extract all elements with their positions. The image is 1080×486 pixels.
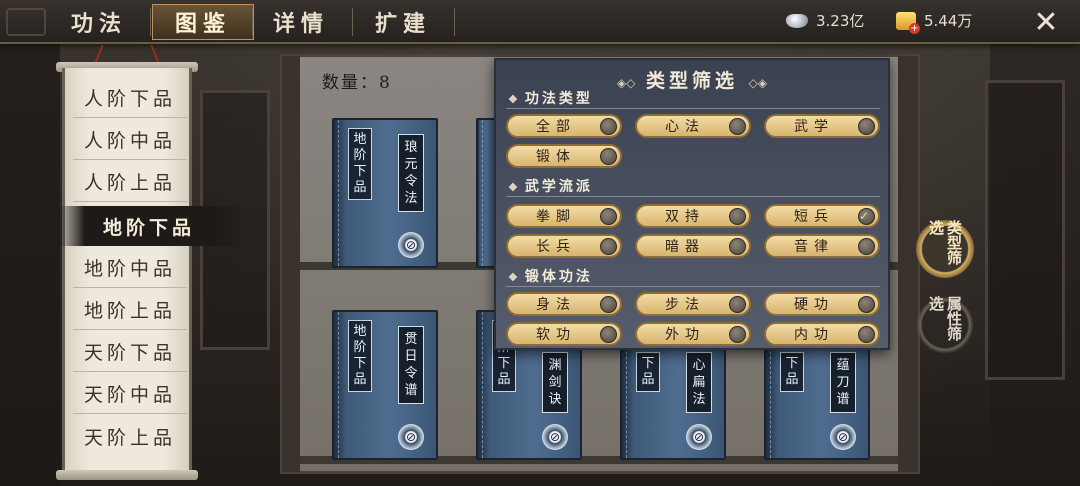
radio-icon: [600, 148, 617, 165]
bg-shelf-right: [985, 80, 1065, 380]
book-rank-label: 地阶下品: [348, 320, 372, 392]
book-count: 数量：8: [322, 73, 392, 93]
filter-chip-waigong[interactable]: 外功: [635, 322, 751, 346]
silver-ingot-icon: [786, 13, 808, 28]
rank-item-ren-mid[interactable]: 人阶中品: [73, 120, 187, 160]
rank-item-di-low[interactable]: 地阶下品: [57, 206, 241, 246]
shelf-frame-left: [282, 56, 300, 472]
tab-tujian[interactable]: 图鉴: [152, 4, 254, 40]
section-title-wuxue-school: ❖ 武学流派: [508, 179, 593, 195]
popup-title-text: 类型筛选: [645, 70, 738, 92]
gold-amount: 5.44万: [924, 12, 973, 30]
book-title: 渊剑诀: [542, 352, 568, 413]
filter-chip-shuangchi[interactable]: 双持: [635, 204, 751, 228]
radio-icon: [600, 296, 617, 313]
book-card[interactable]: 地阶下品 琅元令法 ⊘: [332, 118, 438, 268]
tab-xiangqing[interactable]: 详情: [250, 4, 352, 40]
book-card[interactable]: 地阶下品 贯日令谱 ⊘: [332, 310, 438, 460]
filter-chip-duanbing[interactable]: 短兵 ✓: [764, 204, 880, 228]
attribute-filter-button[interactable]: 属性筛选: [916, 296, 974, 354]
filter-chip-neigong[interactable]: 内功: [764, 322, 880, 346]
radio-icon: [729, 326, 746, 343]
gold-ingot-add-icon[interactable]: [896, 11, 920, 34]
radio-icon: [858, 118, 875, 135]
close-button[interactable]: ✕: [1026, 4, 1066, 40]
filter-chip-ruangong[interactable]: 软功: [506, 322, 622, 346]
radio-icon: [600, 118, 617, 135]
filter-chip-yinlv[interactable]: 音律: [764, 234, 880, 258]
checkmark-icon: ✓: [858, 208, 876, 225]
rank-item-di-mid[interactable]: 地阶中品: [73, 248, 187, 288]
corner-ornament: [6, 8, 46, 36]
book-type-icon: ⊘: [542, 424, 568, 450]
radio-icon: [600, 208, 617, 225]
book-title: 琅元令法: [398, 134, 424, 212]
gold-currency[interactable]: 5.44万: [896, 10, 973, 34]
radio-icon: [729, 118, 746, 135]
book-type-icon: ⊘: [830, 424, 856, 450]
diamond-ornament-icon: ◈◇: [616, 76, 636, 90]
scroll-bottom-rod: [56, 470, 198, 480]
filter-chip-anqi[interactable]: 暗器: [635, 234, 751, 258]
type-filter-popup: ◈◇ 类型筛选 ◇◈ ❖ 功法类型 全部 心法 武学 锻体 ❖ 武学流派 拳脚 双持…: [494, 58, 890, 350]
book-rank-label: 下品: [636, 352, 660, 392]
filter-chip-changbing[interactable]: 长兵: [506, 234, 622, 258]
book-title: 蕴刀谱: [830, 352, 856, 413]
radio-icon: [729, 238, 746, 255]
section-divider: [506, 108, 880, 109]
left-pillar: [0, 40, 60, 486]
filter-chip-all[interactable]: 全部: [506, 114, 622, 138]
section-title-gongfa-type: ❖ 功法类型: [508, 91, 593, 107]
radio-icon: [858, 296, 875, 313]
rank-item-tian-high[interactable]: 天阶上品: [73, 416, 187, 456]
section-marker-icon: ❖: [508, 93, 521, 106]
diamond-ornament-icon: ◇◈: [748, 76, 768, 90]
tab-divider: [454, 8, 455, 36]
book-title: 心扁法: [686, 352, 712, 413]
tab-divider: [150, 8, 151, 36]
section-divider: [506, 286, 880, 287]
filter-chip-xinfa[interactable]: 心法: [635, 114, 751, 138]
close-icon: ✕: [1033, 4, 1059, 40]
book-card-partial[interactable]: [476, 118, 496, 268]
rank-item-di-high[interactable]: 地阶上品: [73, 290, 187, 330]
rank-item-ren-low[interactable]: 人阶下品: [73, 78, 187, 118]
radio-icon: [858, 238, 875, 255]
rank-scroll: 人阶下品 人阶中品 人阶上品 地阶下品 地阶中品 地阶上品 天阶下品 天阶中品 …: [57, 68, 241, 473]
top-bar: 功法 图鉴 详情 扩建 3.23亿 5.44万 ✕: [0, 0, 1080, 44]
book-rank-label: 地阶下品: [348, 128, 372, 200]
section-marker-icon: ❖: [508, 181, 521, 194]
filter-chip-duanti[interactable]: 锻体: [506, 144, 622, 168]
filter-chip-quanjiao[interactable]: 拳脚: [506, 204, 622, 228]
radio-icon: [729, 208, 746, 225]
book-title: 贯日令谱: [398, 326, 424, 404]
filter-chip-wuxue[interactable]: 武学: [764, 114, 880, 138]
filter-chip-yinggong[interactable]: 硬功: [764, 292, 880, 316]
tab-kuojian[interactable]: 扩建: [352, 4, 454, 40]
radio-icon: [858, 326, 875, 343]
silver-amount: 3.23亿: [816, 12, 865, 30]
book-type-icon: ⊘: [398, 232, 424, 258]
radio-icon: [600, 238, 617, 255]
book-type-icon: ⊘: [686, 424, 712, 450]
radio-icon: [600, 326, 617, 343]
book-type-icon: ⊘: [398, 424, 424, 450]
type-filter-button[interactable]: 类型筛选: [916, 220, 974, 278]
rank-item-ren-high[interactable]: 人阶上品: [73, 162, 187, 202]
book-rank-label: 下品: [780, 352, 804, 392]
shelf-frame-right: [898, 56, 918, 472]
filter-chip-bufa[interactable]: 步法: [635, 292, 751, 316]
rank-item-tian-mid[interactable]: 天阶中品: [73, 374, 187, 414]
radio-icon: [729, 296, 746, 313]
section-title-duanti-gongfa: ❖ 锻体功法: [508, 269, 593, 285]
rank-item-tian-low[interactable]: 天阶下品: [73, 332, 187, 372]
section-divider: [506, 196, 880, 197]
section-marker-icon: ❖: [508, 271, 521, 284]
silver-currency: 3.23亿: [786, 10, 864, 31]
filter-chip-shenfa[interactable]: 身法: [506, 292, 622, 316]
tab-gongfa[interactable]: 功法: [48, 4, 150, 40]
